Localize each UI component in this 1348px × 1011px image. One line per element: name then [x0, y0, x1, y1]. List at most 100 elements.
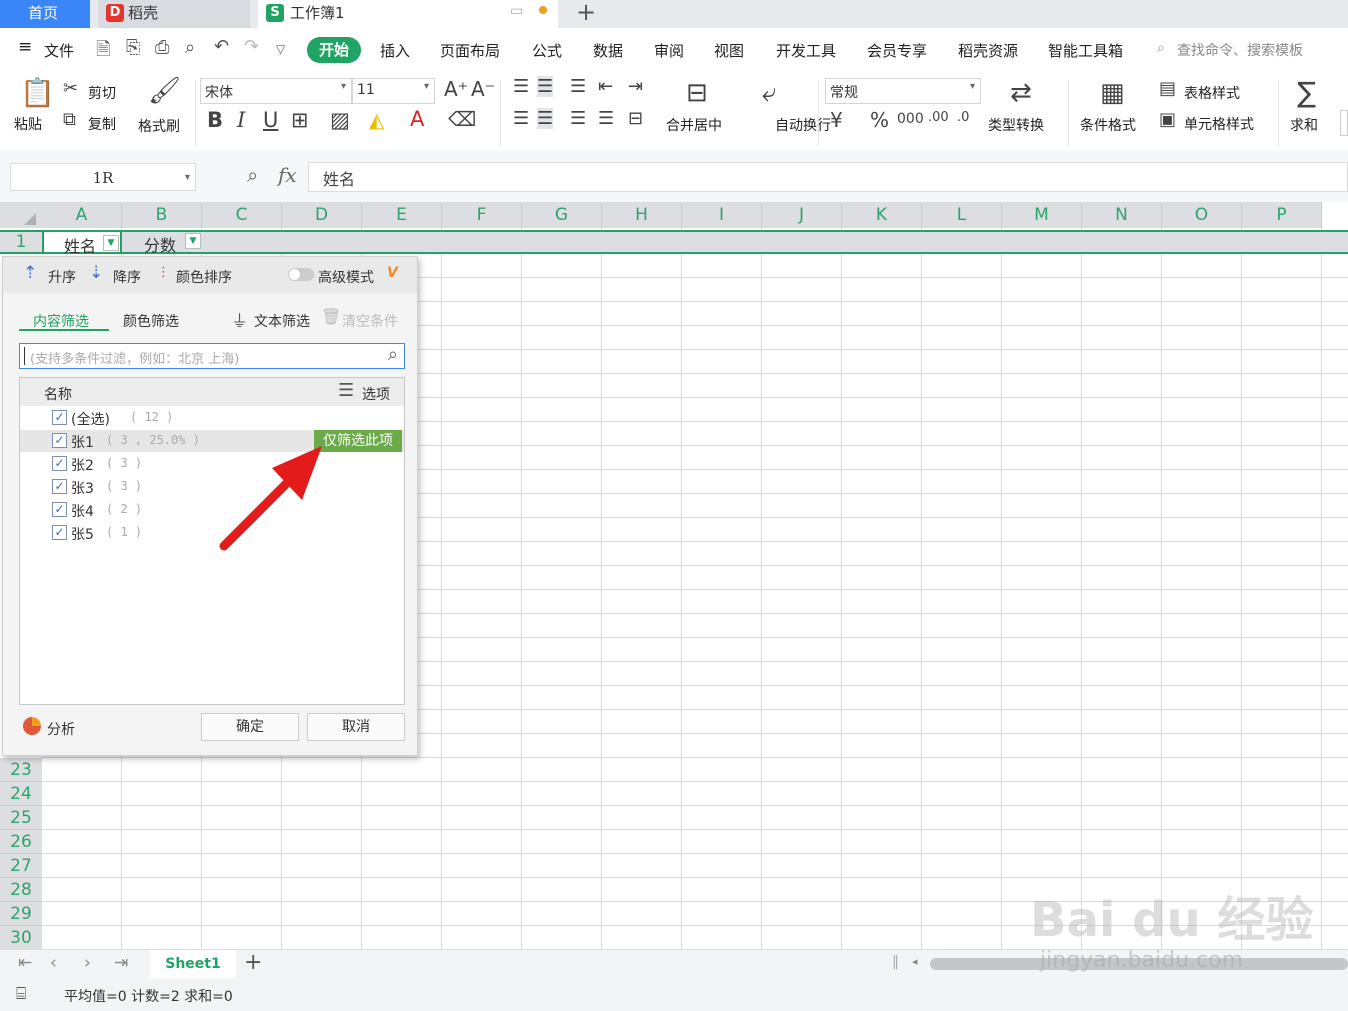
menu-dev-tools[interactable]: 开发工具 — [776, 40, 836, 61]
filter-dropdown-icon[interactable]: ▼ — [103, 235, 119, 251]
filter-dropdown-icon[interactable]: ▼ — [185, 233, 201, 249]
decrease-indent-icon[interactable]: ⇤ — [598, 76, 613, 97]
conditional-format-button[interactable]: 条件格式 — [1080, 115, 1136, 135]
options-button[interactable]: 选项 — [362, 384, 390, 404]
increase-font-icon[interactable]: A⁺ — [444, 77, 468, 101]
wrap-text-button[interactable]: 自动换行 — [775, 115, 831, 135]
checkbox-icon[interactable]: ✓ — [52, 433, 67, 448]
menu-file[interactable]: 文件 — [44, 40, 74, 61]
format-painter-button[interactable]: 格式刷 — [138, 116, 180, 136]
column-header-k[interactable]: K — [842, 202, 922, 228]
number-format-select[interactable]: 常规 ▾ — [825, 78, 981, 104]
next-sheet-icon[interactable]: › — [84, 953, 91, 973]
align-middle-icon[interactable]: ☰ — [537, 76, 554, 97]
formula-input[interactable]: 姓名 — [308, 162, 1348, 192]
checkbox-icon[interactable]: ✓ — [52, 456, 67, 471]
scroll-left-icon[interactable]: ◂ — [912, 955, 918, 968]
font-family-select[interactable]: 宋体 ▾ — [200, 78, 352, 104]
align-left-icon[interactable]: ☰ — [513, 108, 529, 129]
ribbon-overflow[interactable] — [1340, 110, 1348, 136]
analyze-button[interactable]: 分析 — [47, 719, 75, 739]
menu-data[interactable]: 数据 — [593, 40, 623, 61]
font-color-icon[interactable]: A — [410, 107, 424, 131]
menu-start[interactable]: 开始 — [307, 37, 361, 63]
quick-access-dropdown-icon[interactable]: ▽ — [276, 42, 285, 56]
wrap-text-icon[interactable]: ⤶ — [762, 78, 777, 109]
increase-indent-icon[interactable]: ⇥ — [628, 76, 643, 97]
justify-icon[interactable]: ☰ — [598, 108, 614, 129]
tab-workbook[interactable]: S 工作簿1 ▭ — [258, 0, 558, 28]
merge-center-button[interactable]: 合并居中 — [666, 115, 722, 135]
row-header-26[interactable]: 26 — [0, 830, 42, 854]
row-header-29[interactable]: 29 — [0, 902, 42, 926]
hamburger-icon[interactable]: ≡ — [18, 37, 32, 57]
type-convert-button[interactable]: 类型转换 — [988, 115, 1044, 135]
column-header-l[interactable]: L — [922, 202, 1002, 228]
cut-button[interactable]: 剪切 — [88, 83, 116, 103]
fill-color-icon[interactable]: ◭ — [369, 108, 384, 132]
column-header-p[interactable]: P — [1242, 202, 1322, 228]
decrease-font-icon[interactable]: A⁻ — [471, 77, 495, 101]
menu-insert[interactable]: 插入 — [380, 40, 410, 61]
name-box[interactable]: 1R ▾ — [10, 163, 196, 191]
conditional-format-icon[interactable]: ▦ — [1100, 78, 1125, 108]
row-header-30[interactable]: 30 — [0, 926, 42, 949]
row-header-1[interactable]: 1 — [0, 230, 42, 254]
select-all-corner[interactable] — [0, 202, 42, 228]
cell-a1[interactable]: 姓名 ▼ — [42, 230, 122, 256]
format-painter-icon[interactable]: 🖌 — [148, 76, 181, 106]
splitter-icon[interactable]: ‖ — [892, 954, 899, 970]
row-header-28[interactable]: 28 — [0, 878, 42, 902]
menu-view[interactable]: 视图 — [714, 40, 744, 61]
column-header-m[interactable]: M — [1002, 202, 1082, 228]
row-header-25[interactable]: 25 — [0, 806, 42, 830]
currency-icon[interactable]: ¥ — [830, 108, 843, 132]
sheet-tab-sheet1[interactable]: Sheet1 — [150, 950, 236, 978]
merge-center-icon[interactable]: ⊟ — [686, 78, 708, 108]
column-header-g[interactable]: G — [522, 202, 602, 228]
tab-home[interactable]: 首页 — [0, 0, 90, 28]
text-filter-button[interactable]: 文本筛选 — [254, 311, 310, 331]
color-sort-button[interactable]: 颜色排序 — [176, 267, 232, 287]
column-header-j[interactable]: J — [762, 202, 842, 228]
options-icon[interactable]: ☰ — [338, 380, 354, 401]
column-header-f[interactable]: F — [442, 202, 522, 228]
sum-icon[interactable]: ∑ — [1297, 76, 1316, 109]
row-header-24[interactable]: 24 — [0, 782, 42, 806]
underline-icon[interactable]: U — [263, 108, 278, 132]
preview-icon[interactable]: ⌕ — [185, 37, 195, 58]
row-header-23[interactable]: 23 — [0, 758, 42, 782]
ok-button[interactable]: 确定 — [201, 713, 299, 741]
sum-button[interactable]: 求和 — [1290, 115, 1318, 135]
percent-icon[interactable]: % — [870, 108, 889, 132]
checkbox-icon[interactable]: ✓ — [52, 479, 67, 494]
column-header-d[interactable]: D — [282, 202, 362, 228]
eraser-icon[interactable]: ⌫ — [448, 107, 476, 131]
align-top-icon[interactable]: ☰ — [513, 76, 529, 97]
align-bottom-icon[interactable]: ☰ — [570, 76, 586, 97]
copy-icon[interactable]: ⧉ — [63, 109, 76, 130]
table-style-icon[interactable]: ▤ — [1159, 78, 1176, 99]
monitor-icon[interactable]: ▭ — [510, 3, 523, 19]
save-icon[interactable]: 🗎 — [96, 37, 110, 67]
italic-icon[interactable]: I — [237, 108, 245, 132]
checkbox-icon[interactable]: ✓ — [52, 525, 67, 540]
export-icon[interactable]: ⎘ — [126, 37, 140, 58]
prev-sheet-icon[interactable]: ‹ — [50, 953, 57, 973]
color-sort-icon[interactable]: ⋮ — [157, 265, 170, 280]
paste-icon[interactable]: 📋 — [20, 76, 55, 109]
menu-vip[interactable]: 会员专享 — [867, 40, 927, 61]
tab-content-filter[interactable]: 内容筛选 — [33, 311, 89, 331]
cell-b1[interactable]: 分数 ▼ — [122, 230, 202, 255]
column-header-h[interactable]: H — [602, 202, 682, 228]
row-header-27[interactable]: 27 — [0, 854, 42, 878]
macro-record-icon[interactable]: ⌸ — [16, 984, 26, 1004]
menu-smart-toolbox[interactable]: 智能工具箱 — [1048, 40, 1123, 61]
column-header-c[interactable]: C — [202, 202, 282, 228]
print-icon[interactable]: ⎙ — [155, 37, 169, 58]
column-header-n[interactable]: N — [1082, 202, 1162, 228]
column-header-b[interactable]: B — [122, 202, 202, 228]
search-icon[interactable]: ⌕ — [388, 344, 398, 365]
command-search[interactable]: 查找命令、搜索模板 — [1177, 40, 1303, 60]
row-1[interactable] — [0, 230, 1348, 254]
